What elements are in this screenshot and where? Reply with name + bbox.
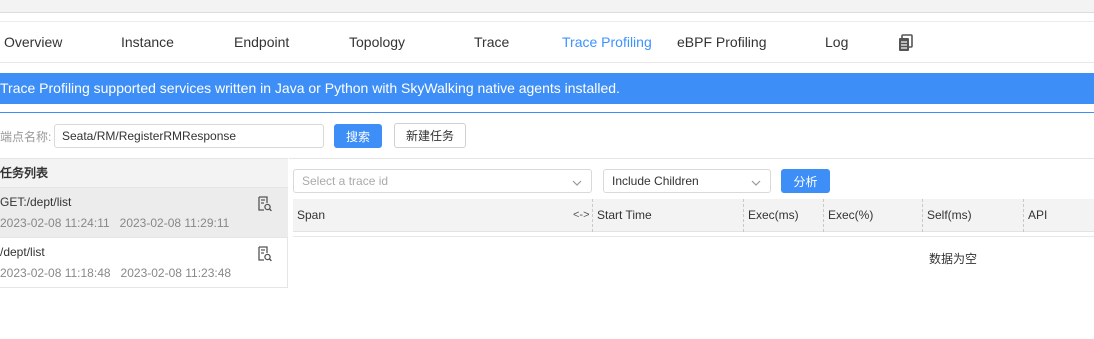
top-bar-divider xyxy=(0,14,1094,22)
tab-instance[interactable]: Instance xyxy=(121,34,174,50)
copy-icon[interactable] xyxy=(898,34,914,52)
new-task-button[interactable]: 新建任务 xyxy=(394,123,466,148)
tab-trace-profiling[interactable]: Trace Profiling xyxy=(562,34,652,50)
resize-handle[interactable]: <-> xyxy=(573,199,590,232)
table-body-divider xyxy=(293,236,1094,237)
column-span-label: Span xyxy=(297,208,326,222)
tab-overview[interactable]: Overview xyxy=(4,34,62,50)
endpoint-input[interactable]: Seata/RM/RegisterRMResponse xyxy=(54,124,324,148)
column-start-time[interactable]: Start Time xyxy=(592,199,743,232)
tab-topology[interactable]: Topology xyxy=(349,34,405,50)
endpoint-label: 端点名称: xyxy=(0,130,52,144)
task-time-range: 2023-02-08 11:18:48 2023-02-08 11:23:48 xyxy=(0,266,231,280)
task-item[interactable]: /dept/list 2023-02-08 11:18:48 2023-02-08… xyxy=(0,237,288,287)
table-header: Span <-> Start Time Exec(ms) Exec(%) Sel… xyxy=(293,199,1094,232)
column-span[interactable]: Span <-> xyxy=(293,199,592,232)
tab-ebpf-profiling[interactable]: eBPF Profiling xyxy=(677,34,766,50)
task-item[interactable]: GET:/dept/list 2023-02-08 11:24:11 2023-0… xyxy=(0,187,288,237)
tab-endpoint[interactable]: Endpoint xyxy=(234,34,289,50)
task-name: GET:/dept/list xyxy=(0,195,72,209)
column-exec-percent[interactable]: Exec(%) xyxy=(823,199,922,232)
chevron-down-icon xyxy=(571,174,583,186)
include-children-value: Include Children xyxy=(612,174,699,188)
top-bar xyxy=(0,0,1094,13)
empty-state: 数据为空 xyxy=(929,252,978,266)
task-end-time: 2023-02-08 11:29:11 xyxy=(119,216,230,230)
column-exec-ms[interactable]: Exec(ms) xyxy=(743,199,823,232)
analyze-button[interactable]: 分析 xyxy=(781,169,830,193)
document-search-icon[interactable] xyxy=(258,196,272,212)
right-panel-divider xyxy=(289,158,1094,159)
include-children-select[interactable]: Include Children xyxy=(603,169,771,193)
trace-id-select[interactable]: Select a trace id xyxy=(293,169,592,193)
task-start-time: 2023-02-08 11:18:48 xyxy=(0,266,111,280)
tab-trace[interactable]: Trace xyxy=(474,34,509,50)
task-name: /dept/list xyxy=(0,245,45,259)
task-start-time: 2023-02-08 11:24:11 xyxy=(0,216,110,230)
trace-id-placeholder: Select a trace id xyxy=(302,174,389,188)
chevron-down-icon xyxy=(750,174,762,186)
document-search-icon[interactable] xyxy=(258,246,272,262)
info-banner: Trace Profiling supported services writt… xyxy=(0,73,1094,104)
column-api[interactable]: API xyxy=(1023,199,1094,232)
task-end-time: 2023-02-08 11:23:48 xyxy=(120,266,232,280)
tab-bar: Overview Instance Endpoint Topology Trac… xyxy=(0,23,1094,63)
task-time-range: 2023-02-08 11:24:11 2023-02-08 11:29:11 xyxy=(0,216,229,230)
task-list-title: 任务列表 xyxy=(0,158,288,187)
task-list-panel: 任务列表 GET:/dept/list 2023-02-08 11:24:11 2… xyxy=(0,158,288,288)
search-button[interactable]: 搜索 xyxy=(334,124,382,148)
banner-divider xyxy=(0,112,1094,113)
column-self-ms[interactable]: Self(ms) xyxy=(922,199,1023,232)
tab-log[interactable]: Log xyxy=(825,34,848,50)
